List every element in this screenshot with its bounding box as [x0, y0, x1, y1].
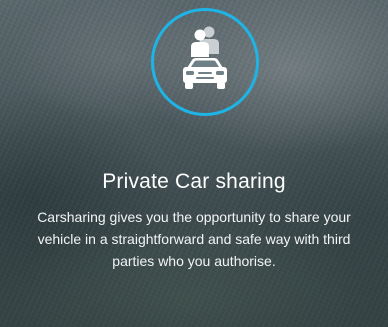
feature-card: Private Car sharing Carsharing gives you…	[0, 0, 388, 327]
icon-ring	[151, 8, 259, 116]
car-sharing-icon	[183, 26, 227, 89]
feature-description: Carsharing gives you the opportunity to …	[37, 209, 351, 269]
feature-title: Private Car sharing	[102, 170, 286, 193]
